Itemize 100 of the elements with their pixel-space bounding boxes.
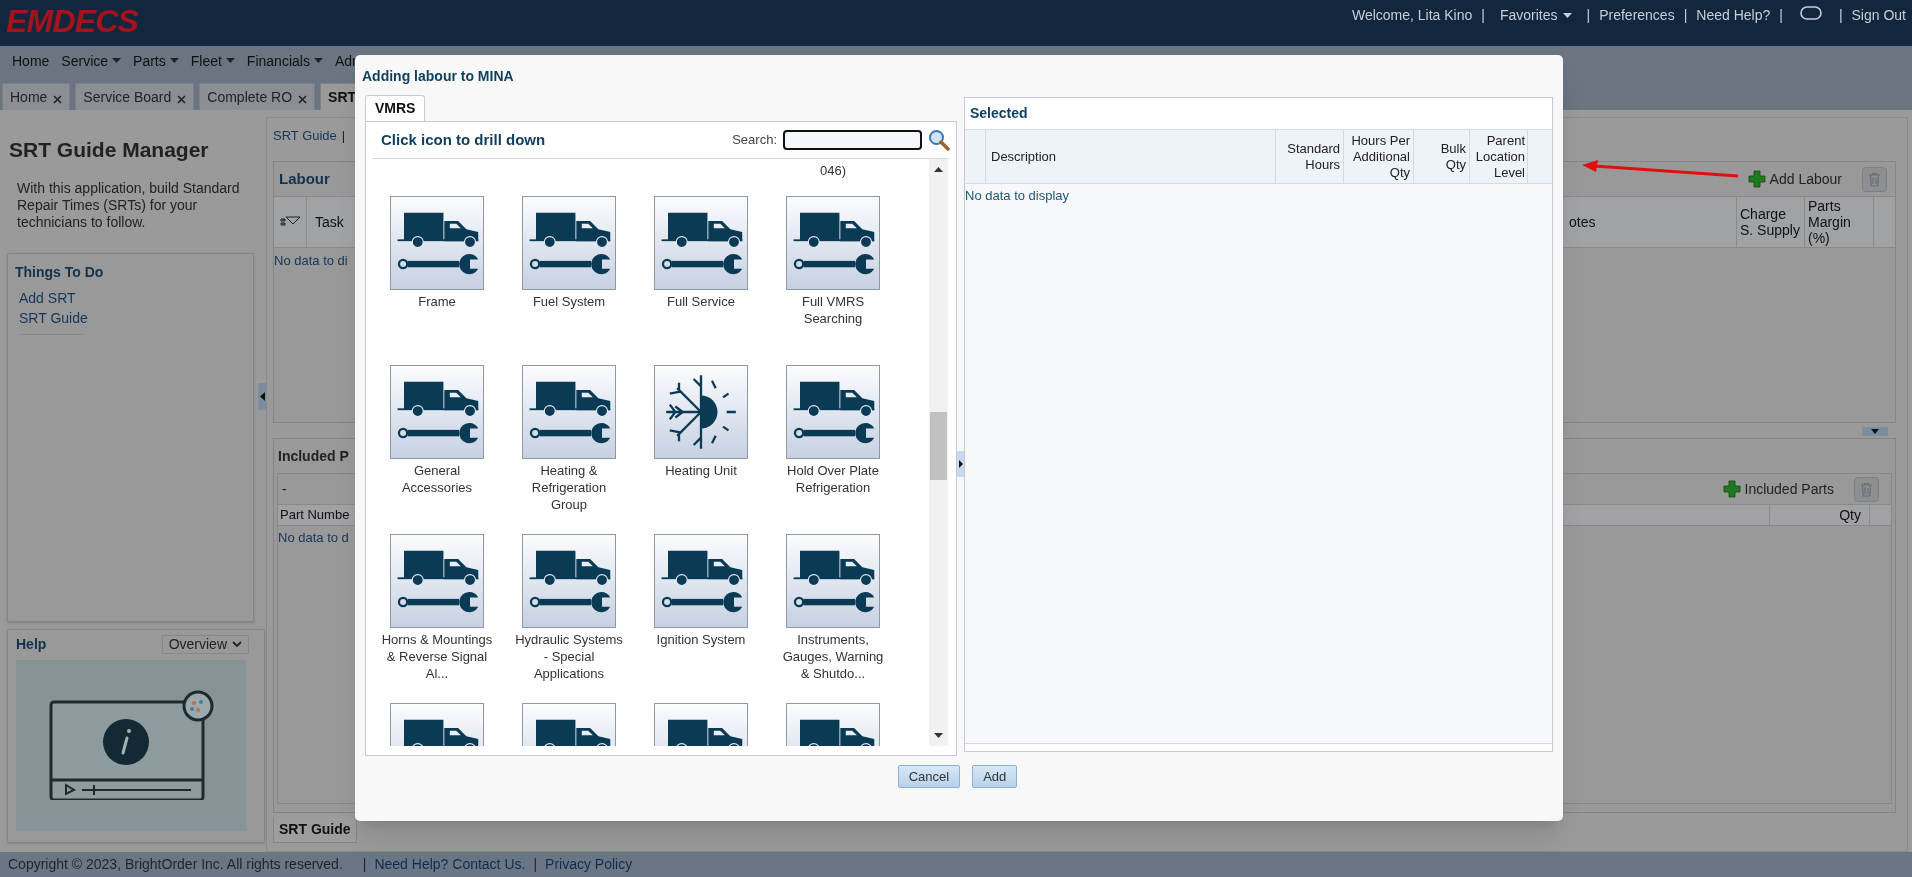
tab[interactable]: Complete RO (199, 83, 316, 110)
copyright-text: Copyright © 2023, BrightOrder Inc. All rights reserved. (8, 855, 343, 874)
scroll-down-icon (934, 733, 943, 738)
column-header: Parent Location Level (1470, 130, 1528, 183)
separator: | (1779, 6, 1783, 25)
page-title: SRT Guide Manager (8, 137, 210, 163)
panel-title: Selected (969, 104, 1029, 123)
dialog-button[interactable]: Cancel (897, 765, 961, 788)
separator: | (341, 127, 346, 146)
item-label: Frame (417, 293, 457, 310)
separator: | (362, 855, 367, 874)
close-icon (177, 95, 187, 104)
category-tile[interactable] (786, 534, 880, 628)
right-arrow-icon (958, 460, 963, 468)
item-label: General Accessories (400, 462, 474, 496)
down-arrow-icon (1871, 429, 1879, 434)
column-header: Task (314, 213, 345, 232)
tab[interactable]: VMRS (365, 95, 426, 121)
header-link[interactable]: Preferences (1599, 5, 1675, 26)
panel-title: Help (16, 634, 47, 654)
category-tile[interactable] (390, 365, 484, 459)
search-label: Search: (732, 131, 777, 150)
dialog-button[interactable]: Add (972, 765, 1018, 788)
task-link[interactable]: Add SRT (19, 287, 76, 308)
footer-link[interactable]: Need Help? Contact Us. (374, 854, 526, 875)
item-label: Hold Over Plate Refrigeration (786, 462, 880, 496)
category-tile[interactable] (390, 196, 484, 290)
category-tile[interactable] (786, 196, 880, 290)
close-icon (298, 95, 308, 104)
category-tile[interactable] (522, 196, 616, 290)
add-labour-button[interactable]: Add Labour (1747, 168, 1842, 190)
logo: EMDECS (5, 2, 139, 41)
column-header: Hours Per Additional Qty (1344, 130, 1414, 183)
search-icon[interactable] (928, 129, 950, 151)
category-tile[interactable] (654, 534, 748, 628)
column-header: otes (1569, 213, 1597, 232)
task-link[interactable]: SRT Guide (19, 307, 88, 328)
header-link[interactable]: Sign Out (1851, 5, 1906, 26)
category-tile[interactable] (522, 365, 616, 459)
nav-menu-item[interactable]: Parts (133, 50, 179, 72)
description-text: With this application, build Standard Repair Times (SRTs) for your technicians to follow. (16, 179, 241, 231)
empty-message: No data to display (965, 187, 1071, 205)
collapse-handle[interactable] (957, 451, 964, 477)
column-header: Parts Margin (%) (1804, 197, 1873, 247)
item-label: Heating & Refrigeration Group (530, 462, 608, 513)
search-field[interactable] (783, 130, 922, 150)
column-header: Part Numbe (280, 506, 350, 525)
tab[interactable]: SRT Guide (273, 817, 357, 843)
column-header: Standard Hours (1276, 130, 1344, 183)
filter-icon (279, 216, 301, 228)
caret-icon (169, 58, 179, 64)
empty-message: No data to di (274, 252, 348, 270)
scrollbar-thumb[interactable] (930, 412, 947, 480)
collapse-handle[interactable] (258, 383, 266, 410)
item-label: Instruments, Gauges, Warning & Shutdo... (781, 631, 885, 682)
item-label: Ignition System (655, 631, 747, 648)
footer-link[interactable]: Privacy Policy (545, 854, 633, 875)
column-header: Charge S. Supply (1736, 197, 1804, 247)
dialog-title: Adding labour to MINA (361, 67, 515, 86)
overview-dropdown[interactable]: Overview (161, 634, 249, 654)
capsule-icon[interactable] (1799, 6, 1822, 20)
category-tile[interactable] (522, 534, 616, 628)
panel-title: Included P (277, 446, 350, 466)
caret-icon (1562, 12, 1572, 19)
scroll-up-icon (934, 167, 943, 172)
separator: | (533, 855, 538, 874)
separator: | (1683, 6, 1688, 25)
category-tile[interactable] (654, 365, 748, 459)
header-link[interactable]: Need Help? (1696, 5, 1771, 26)
close-icon (53, 95, 63, 104)
tab[interactable]: Home (2, 83, 71, 110)
panel-title: Labour (279, 168, 330, 189)
column-header: Qty (1769, 505, 1869, 525)
item-label: Full VMRS Searching (800, 293, 866, 327)
column-header: Description (986, 130, 1276, 183)
separator: | (1586, 6, 1591, 25)
toolbar-text: - (282, 479, 287, 499)
item-label: Horns & Mountings & Reverse Signal Al... (381, 631, 493, 682)
nav-menu-item[interactable]: Fleet (190, 50, 235, 72)
nav-menu-item[interactable]: Adr (334, 50, 357, 72)
left-arrow-icon (259, 392, 265, 401)
panel-heading: Click icon to drill down (380, 129, 546, 150)
trash-icon (1868, 171, 1881, 187)
item-label: Hydraulic Systems - Special Applications (514, 631, 624, 682)
welcome-text: Welcome, Lita Kino (1351, 6, 1473, 25)
favorites-menu[interactable]: Favorites (1493, 5, 1578, 26)
category-tile[interactable] (786, 365, 880, 459)
caret-icon (112, 58, 122, 64)
nav-menu-item[interactable]: Home (12, 50, 50, 72)
column-header: Bulk Qty (1414, 130, 1470, 183)
tab[interactable]: Service Board (75, 83, 195, 110)
category-tile[interactable] (654, 196, 748, 290)
add-included-parts-button[interactable]: Included Parts (1722, 478, 1834, 500)
trash-icon (1860, 481, 1873, 497)
nav-menu-item[interactable]: Financials (246, 50, 323, 72)
breadcrumb-link[interactable]: SRT Guide (273, 126, 337, 146)
item-label: 046) (820, 162, 846, 180)
expand-handle[interactable] (1862, 427, 1888, 436)
nav-menu-item[interactable]: Service (61, 50, 122, 72)
category-tile[interactable] (390, 534, 484, 628)
